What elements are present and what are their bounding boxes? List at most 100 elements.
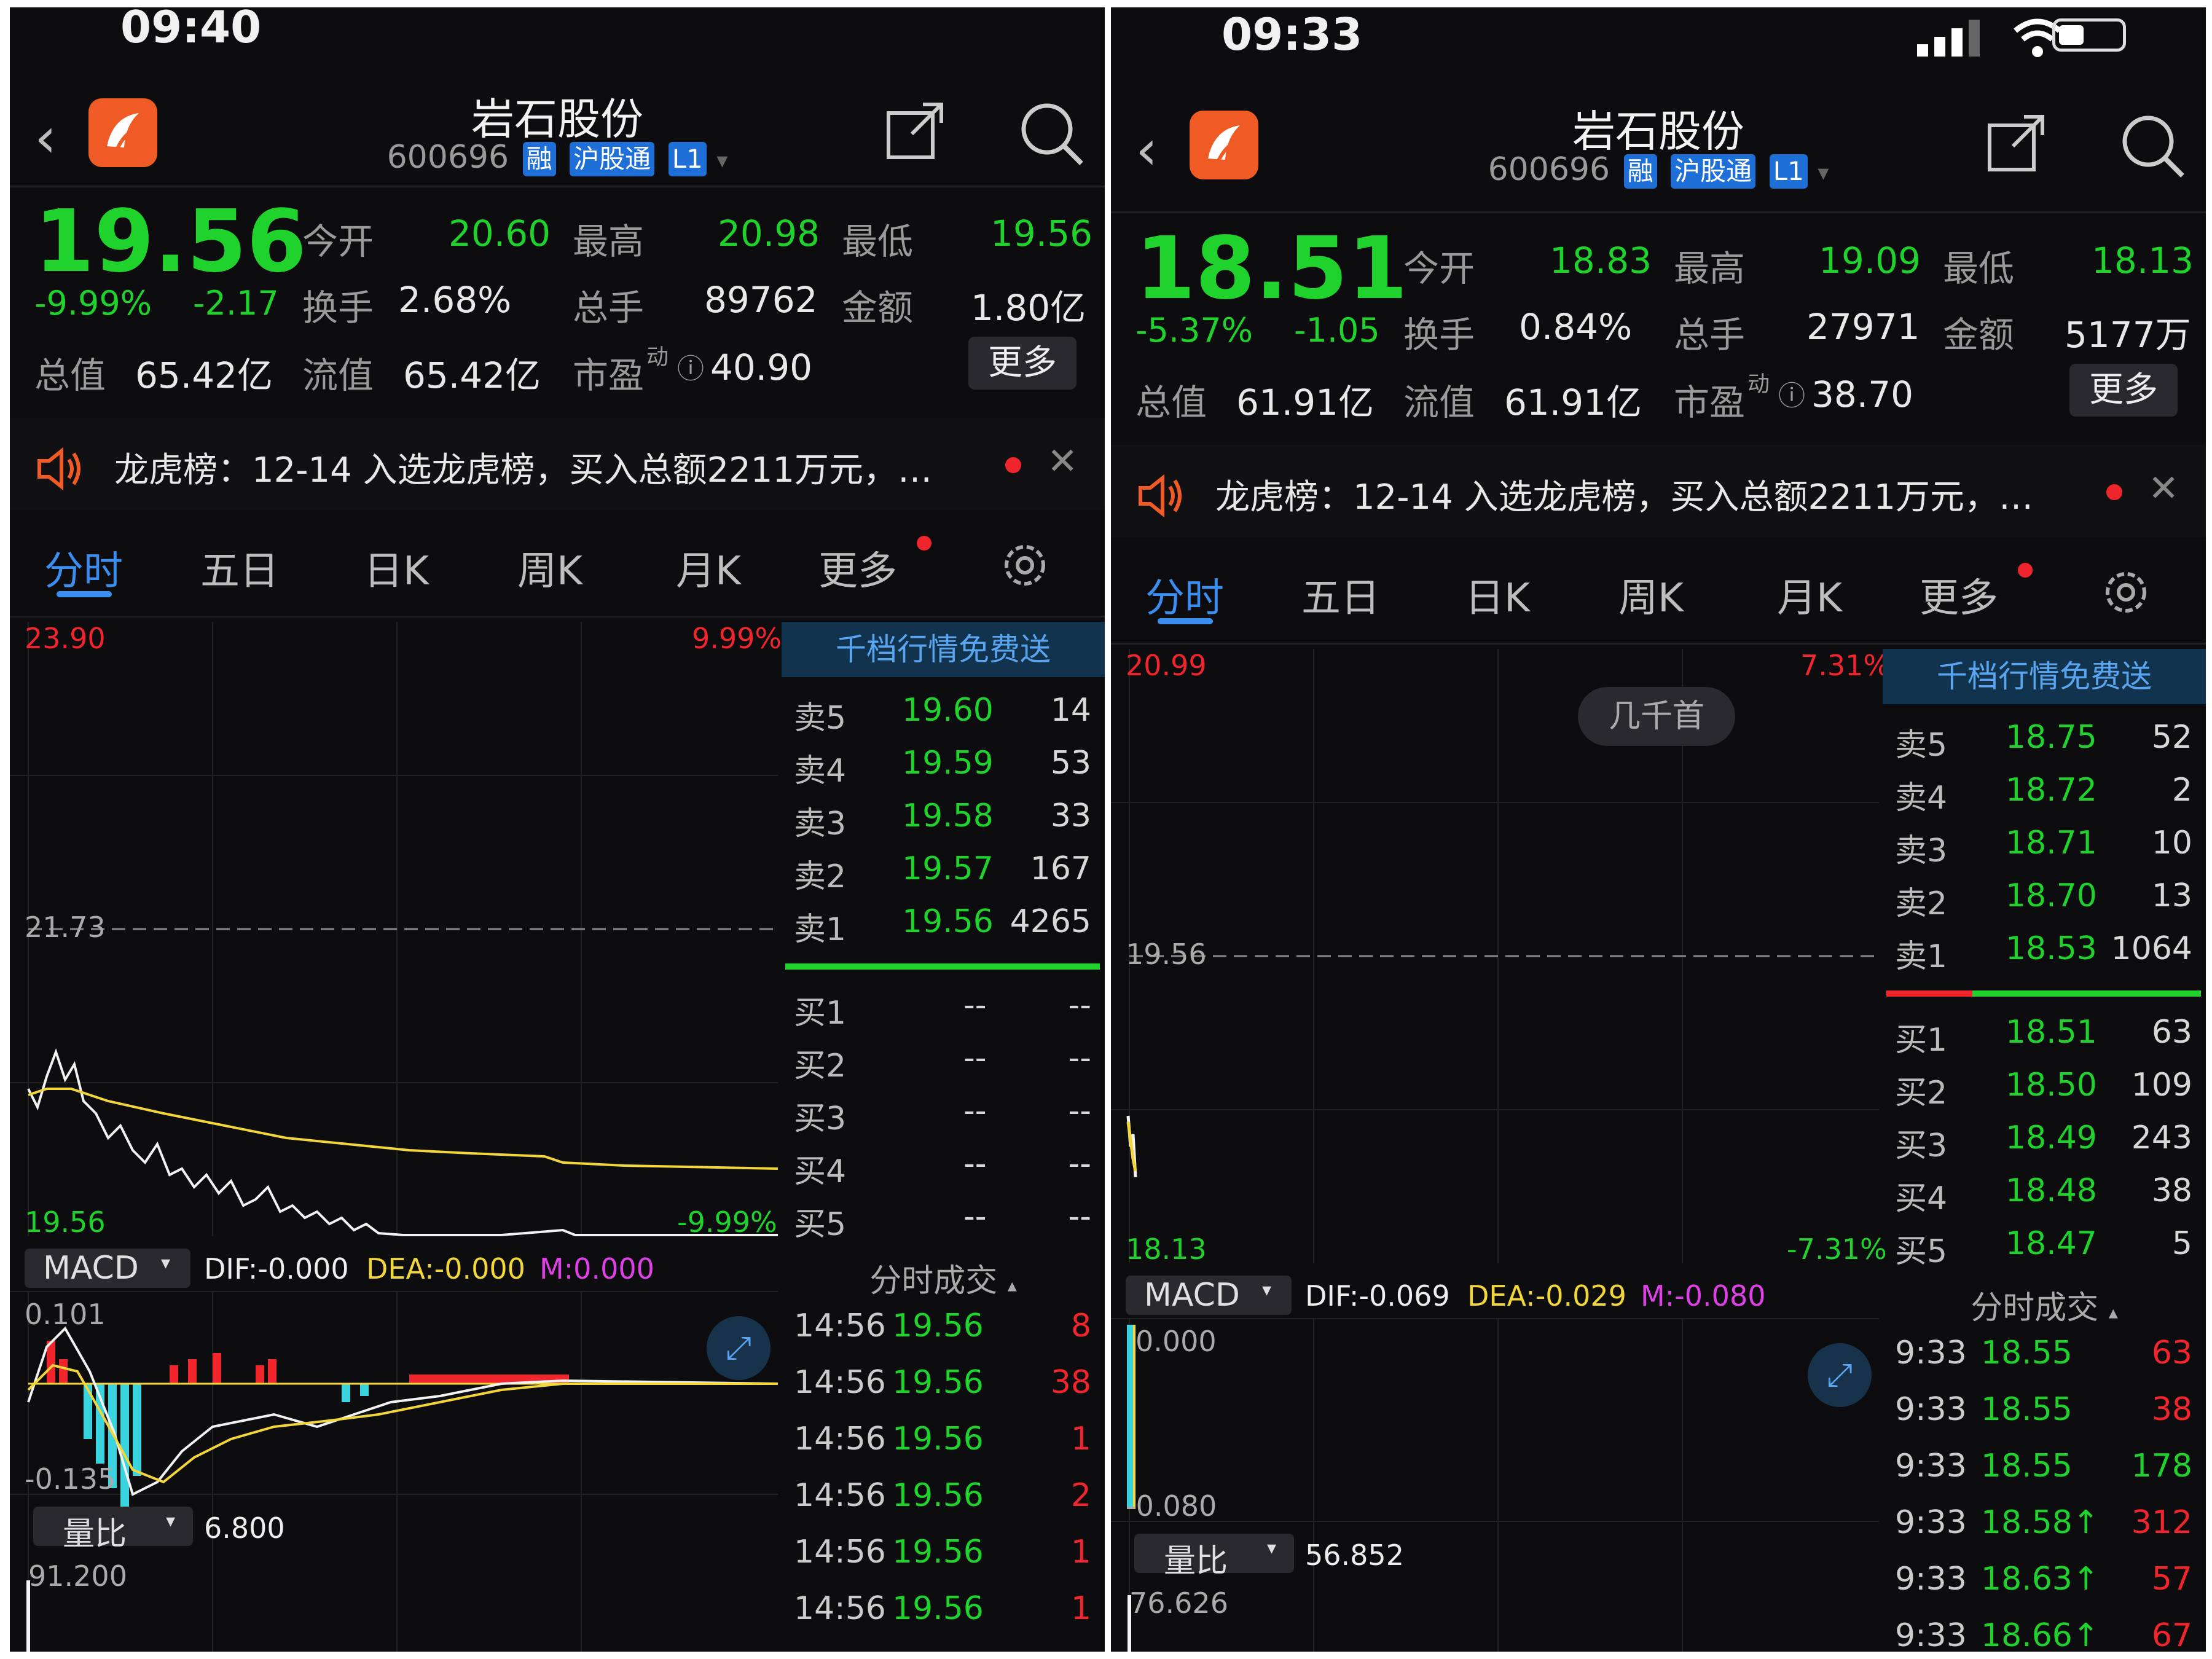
trade-volume: 1 [1070, 1590, 1091, 1627]
macd-selector[interactable]: MACD ▾ [1126, 1276, 1292, 1315]
bid2-volume: -- [1068, 1040, 1091, 1077]
macd-name: MACD [1144, 1277, 1240, 1314]
search-icon[interactable] [2119, 112, 2186, 179]
stock-code: 600696 [386, 139, 509, 176]
price-axis-bottom: 19.56 [25, 1206, 106, 1239]
search-icon[interactable] [1018, 100, 1085, 167]
expand-icon[interactable]: ⤢ [1808, 1343, 1872, 1407]
tab-daily[interactable]: 日K [1465, 567, 1530, 623]
gear-icon[interactable] [999, 539, 1051, 591]
close-icon[interactable]: ✕ [2148, 467, 2179, 510]
tag-margin: 融 [522, 142, 556, 176]
tab-5day[interactable]: 五日 [200, 539, 279, 596]
volume-ratio-selector[interactable]: 量比 ▾ [33, 1507, 193, 1553]
gear-icon[interactable] [2100, 567, 2152, 618]
trade-price: 19.56 [892, 1421, 984, 1457]
stat-value-low: 19.56 [990, 213, 1093, 254]
tab-monthly[interactable]: 月K [676, 539, 741, 596]
ask1-price: 19.56 [902, 903, 994, 940]
news-text: 龙虎榜：12-14 入选龙虎榜，买入总额2211万元，… [114, 450, 933, 490]
info-icon[interactable]: ⓘ [1778, 374, 1805, 413]
tab-daily[interactable]: 日K [364, 539, 429, 596]
new-dot [2018, 563, 2033, 578]
trade-list-header[interactable]: 分时成交 ▴ [782, 1255, 1105, 1301]
stat-label-high: 最高 [1674, 248, 1746, 289]
share-icon[interactable] [885, 100, 946, 161]
ask4-price: 19.59 [902, 745, 994, 782]
share-icon[interactable] [1986, 112, 2047, 173]
ask3-volume: 33 [1050, 798, 1091, 834]
more-stats-button[interactable]: 更多 [2069, 364, 2178, 417]
macd-axis-bottom: -0.080 [1126, 1489, 1217, 1523]
trade-list-header[interactable]: 分时成交 ▴ [1883, 1282, 2206, 1328]
trade-price: 19.56 [892, 1364, 984, 1401]
expand-icon[interactable]: ⤢ [707, 1316, 771, 1380]
chevron-up-icon: ▴ [1007, 1275, 1017, 1296]
stat-label-open: 今开 [1403, 248, 1475, 289]
intraday-chart[interactable]: 23.90 9.99% 21.73 19.56 -9.99% MACD ▾ DI… [10, 622, 782, 1652]
price-axis-top: 23.90 [25, 622, 106, 655]
chart-tabs: 分时 五日 日K 周K 月K 更多 [1111, 546, 2206, 644]
macd-selector[interactable]: MACD ▾ [25, 1249, 190, 1288]
stat-label-open: 今开 [302, 221, 374, 262]
stat-value-float: 65.42亿 [403, 355, 541, 396]
tab-weekly[interactable]: 周K [517, 539, 582, 596]
stat-label-volume: 总手 [573, 287, 645, 329]
trade-volume: 312 [2131, 1504, 2192, 1541]
tab-more[interactable]: 更多 [818, 539, 897, 596]
tab-indicator [1158, 618, 1213, 624]
macd-m: M:-0.080 [1641, 1279, 1766, 1312]
dropdown-icon[interactable]: ▾ [1818, 160, 1829, 186]
tab-weekly[interactable]: 周K [1618, 567, 1684, 623]
trade-price: 18.63↑ [1981, 1561, 2100, 1598]
chevron-down-icon: ▾ [161, 1252, 171, 1274]
close-icon[interactable]: ✕ [1047, 440, 1078, 483]
stat-value-amount: 1.80亿 [971, 287, 1086, 329]
status-time: 09:40 [120, 7, 262, 53]
bid3-price: 18.49 [2006, 1120, 2097, 1156]
level2-promo-banner[interactable]: 千档行情免费送 [782, 622, 1105, 677]
stat-pe-sup: 动 [1747, 372, 1770, 397]
ask5-price: 19.60 [902, 692, 994, 729]
ask3-price: 18.71 [2006, 825, 2097, 861]
tag-level: L1 [668, 142, 707, 176]
tab-intraday[interactable]: 分时 [44, 539, 123, 596]
tab-5day[interactable]: 五日 [1301, 567, 1380, 623]
ask2-label: 卖2 [794, 858, 847, 895]
change-amount: -1.05 [1294, 311, 1380, 350]
price-line [27, 1048, 778, 1236]
ask1-volume: 4265 [1010, 903, 1091, 940]
stat-label-turnover: 换手 [302, 287, 374, 329]
stat-label-low: 最低 [1943, 248, 2015, 289]
intraday-chart[interactable]: 20.99 7.31% 19.56 18.13 -7.31% 几千首 MACD … [1111, 649, 1890, 1652]
info-icon[interactable]: ⓘ [677, 347, 704, 386]
stat-label-mktcap: 总值 [1135, 382, 1207, 423]
tab-intraday[interactable]: 分时 [1145, 567, 1224, 623]
macd-dea: DEA:-0.029 [1467, 1279, 1626, 1312]
ask2-label: 卖2 [1895, 885, 1948, 922]
trade-volume: 63 [2151, 1335, 2192, 1371]
trade-volume: 67 [2151, 1617, 2192, 1652]
news-banner[interactable]: 龙虎榜：12-14 入选龙虎榜，买入总额2211万元，… ✕ [10, 418, 1105, 510]
tag-level: L1 [1769, 154, 1808, 189]
level2-promo-banner[interactable]: 千档行情免费送 [1883, 649, 2206, 704]
bid4-volume: -- [1068, 1145, 1091, 1182]
news-banner[interactable]: 龙虎榜：12-14 入选龙虎榜，买入总额2211万元，… ✕ [1111, 445, 2206, 537]
order-book-panel: 千档行情免费送 卖5 18.75 52 卖4 18.72 2 卖3 18.71 … [1883, 649, 2206, 1652]
stat-label-amount: 金额 [1943, 314, 2015, 356]
tab-monthly[interactable]: 月K [1777, 567, 1842, 623]
speaker-icon [37, 447, 80, 490]
stat-label-amount: 金额 [842, 287, 914, 329]
more-stats-button[interactable]: 更多 [968, 337, 1077, 390]
phone-screen-left: 09:40 ‹ 岩石股份 600696 融 沪股通 L1 ▾ 19.56 -9.… [10, 7, 1105, 1652]
trade-price: 19.56 [892, 1477, 984, 1514]
dropdown-icon[interactable]: ▾ [716, 148, 728, 173]
ask3-price: 19.58 [902, 798, 994, 834]
trade-time: 9:33 [1895, 1448, 1967, 1484]
price-axis-mid: 21.73 [25, 911, 106, 944]
tab-more[interactable]: 更多 [1920, 567, 1998, 623]
volume-ratio-selector[interactable]: 量比 ▾ [1134, 1534, 1294, 1580]
stat-value-turnover: 2.68% [398, 279, 512, 321]
ask2-price: 19.57 [902, 850, 994, 887]
trade-time: 14:56 [794, 1421, 886, 1457]
